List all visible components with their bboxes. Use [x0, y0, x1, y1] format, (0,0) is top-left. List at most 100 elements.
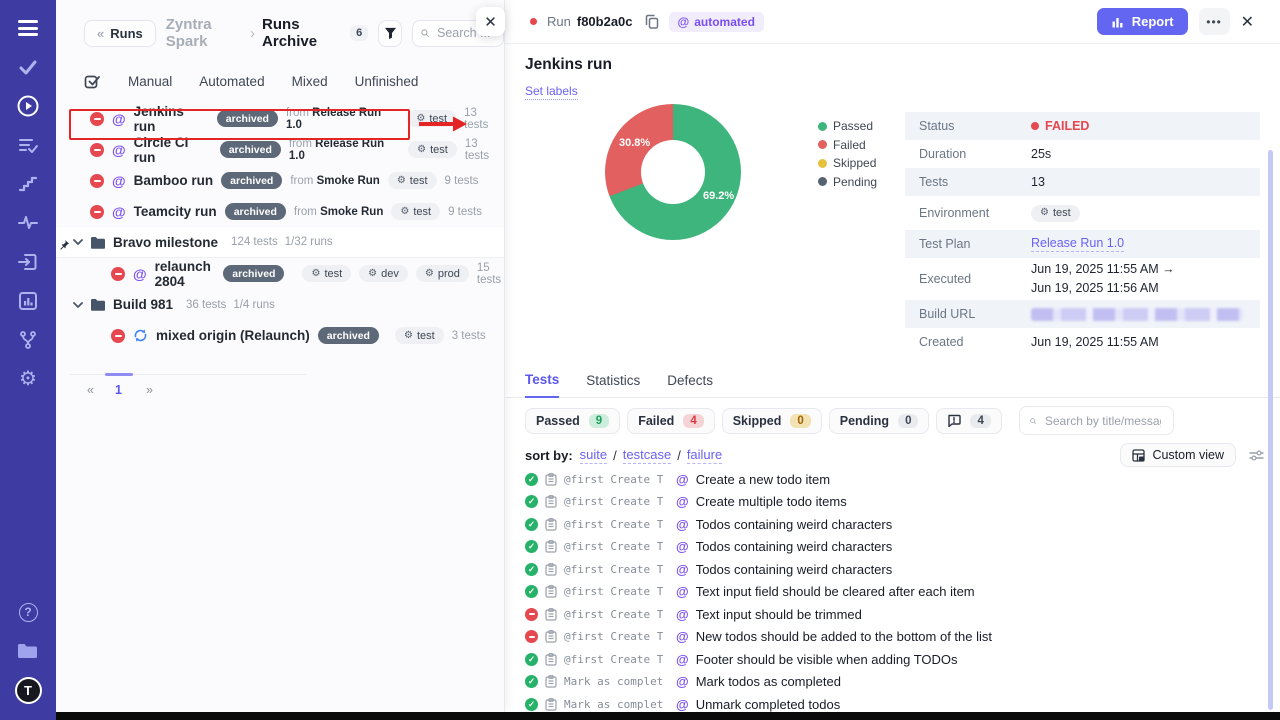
tab-statistics[interactable]: Statistics: [586, 373, 640, 397]
run-name[interactable]: relaunch 2804: [155, 259, 216, 289]
env-tag[interactable]: ⚙test: [391, 203, 440, 220]
run-row-relaunch-2804[interactable]: @ relaunch 2804 archived ⚙test ⚙dev ⚙pro…: [56, 258, 504, 289]
test-row[interactable]: @first Create To… @ Create a new todo it…: [525, 468, 1266, 491]
runs-panel-close-button[interactable]: ✕: [476, 7, 505, 36]
env-tag[interactable]: ⚙test: [395, 327, 444, 344]
testcase-icon: [545, 653, 557, 666]
filter-pending-button[interactable]: Pending0: [829, 408, 930, 434]
select-all-icon[interactable]: [84, 73, 101, 90]
test-row[interactable]: Mark as complete… @ Mark todos as comple…: [525, 671, 1266, 694]
env-tag-dev[interactable]: ⚙dev: [359, 265, 408, 282]
run-name[interactable]: Circle CI run: [134, 135, 212, 165]
profile-avatar[interactable]: T: [15, 677, 42, 704]
run-row-mixed-origin[interactable]: mixed origin (Relaunch) archived ⚙test 3…: [56, 320, 504, 351]
analytics-pulse-icon[interactable]: [16, 211, 40, 235]
test-row[interactable]: @first Create To… @ Footer should be vis…: [525, 648, 1266, 671]
filter-button[interactable]: [378, 20, 402, 47]
test-plan-link[interactable]: Release Run 1.0: [1031, 236, 1124, 252]
branches-icon[interactable]: [16, 328, 40, 352]
set-labels-link[interactable]: Set labels: [525, 84, 578, 100]
tab-tests[interactable]: Tests: [525, 372, 559, 398]
run-name[interactable]: Jenkins run: [134, 104, 209, 134]
tests-check-icon[interactable]: [16, 55, 40, 79]
breadcrumb-project[interactable]: Zyntra Spark: [166, 16, 243, 50]
testcase-icon: [545, 608, 557, 621]
suite-name: Mark as complete…: [564, 675, 663, 688]
tab-mixed[interactable]: Mixed: [292, 74, 328, 89]
steps-icon[interactable]: [16, 172, 40, 196]
test-row[interactable]: @first Create To… @ Create multiple todo…: [525, 491, 1266, 514]
test-title[interactable]: Unmark completed todos: [696, 697, 841, 712]
run-row-circle-ci[interactable]: @ Circle CI run archived from Release Ru…: [56, 134, 504, 165]
pagination-prev[interactable]: «: [87, 383, 94, 397]
filter-passed-button[interactable]: Passed9: [525, 408, 620, 434]
env-tag[interactable]: ⚙test: [408, 141, 457, 158]
test-title[interactable]: Create multiple todo items: [696, 494, 847, 509]
testcase-icon: [545, 675, 557, 688]
pagination-page-1[interactable]: 1: [115, 383, 122, 397]
detail-close-button[interactable]: ✕: [1241, 12, 1254, 32]
folder-row-bravo-milestone[interactable]: Bravo milestone 124 tests 1/32 runs: [56, 227, 504, 258]
filter-comments-button[interactable]: 4: [936, 408, 1001, 434]
test-title[interactable]: Text input field should be cleared after…: [696, 584, 975, 599]
runs-play-icon[interactable]: [16, 94, 40, 118]
run-name[interactable]: Bamboo run: [134, 173, 214, 188]
projects-folder-icon[interactable]: [16, 639, 40, 663]
filter-failed-button[interactable]: Failed4: [627, 408, 715, 434]
chevron-down-icon[interactable]: [73, 301, 83, 309]
tab-manual[interactable]: Manual: [128, 74, 172, 89]
copy-icon[interactable]: [645, 14, 659, 29]
report-button[interactable]: Report: [1097, 8, 1188, 35]
pagination-next[interactable]: »: [146, 383, 153, 397]
folder-row-build-981[interactable]: Build 981 36 tests 1/4 runs: [56, 289, 504, 320]
folder-name[interactable]: Build 981: [113, 297, 173, 312]
test-title[interactable]: New todos should be added to the bottom …: [696, 629, 992, 644]
test-title[interactable]: Todos containing weird characters: [696, 517, 893, 532]
env-tag[interactable]: ⚙test: [1031, 205, 1080, 222]
menu-icon[interactable]: [16, 16, 40, 40]
build-url-redacted[interactable]: [1031, 308, 1243, 321]
run-name[interactable]: Teamcity run: [134, 204, 217, 219]
legend-dot-passed: [818, 122, 827, 131]
detail-scrollbar[interactable]: [1268, 150, 1273, 710]
test-title[interactable]: Todos containing weird characters: [696, 562, 893, 577]
test-row[interactable]: @first Create To… @ Todos containing wei…: [525, 513, 1266, 536]
import-icon[interactable]: [16, 250, 40, 274]
sort-testcase-link[interactable]: testcase: [623, 447, 671, 464]
env-tag-test[interactable]: ⚙test: [302, 265, 351, 282]
tab-automated[interactable]: Automated: [199, 74, 264, 89]
sliders-icon[interactable]: [1249, 449, 1264, 462]
chevron-down-icon[interactable]: [73, 238, 83, 246]
suite-name: @first Create To…: [564, 473, 663, 486]
test-title[interactable]: Create a new todo item: [696, 472, 830, 487]
test-title[interactable]: Todos containing weird characters: [696, 539, 893, 554]
tab-defects[interactable]: Defects: [667, 373, 713, 397]
sort-suite-link[interactable]: suite: [580, 447, 607, 464]
settings-gear-icon[interactable]: ⚙: [16, 367, 40, 391]
env-tag-prod[interactable]: ⚙prod: [416, 265, 469, 282]
back-to-runs-button[interactable]: « Runs: [84, 20, 156, 47]
test-title[interactable]: Text input should be trimmed: [696, 607, 862, 622]
run-row-teamcity[interactable]: @ Teamcity run archived from Smoke Run ⚙…: [56, 196, 504, 227]
more-actions-button[interactable]: •••: [1199, 8, 1230, 35]
test-row[interactable]: @first Create To… @ New todos should be …: [525, 626, 1266, 649]
folder-name[interactable]: Bravo milestone: [113, 235, 218, 250]
test-title[interactable]: Footer should be visible when adding TOD…: [696, 652, 958, 667]
test-title[interactable]: Mark todos as completed: [696, 674, 841, 689]
automated-icon: @: [678, 16, 690, 28]
run-row-bamboo[interactable]: @ Bamboo run archived from Smoke Run ⚙te…: [56, 165, 504, 196]
test-plans-icon[interactable]: [16, 133, 40, 157]
help-icon[interactable]: ?: [16, 600, 40, 624]
tests-search-input[interactable]: [1043, 413, 1163, 429]
test-row[interactable]: @first Create To… @ Text input field sho…: [525, 581, 1266, 604]
run-name[interactable]: mixed origin (Relaunch): [156, 328, 310, 343]
custom-view-button[interactable]: Custom view: [1120, 443, 1236, 467]
reports-chart-icon[interactable]: [16, 289, 40, 313]
filter-skipped-button[interactable]: Skipped0: [722, 408, 822, 434]
test-row[interactable]: @first Create To… @ Todos containing wei…: [525, 536, 1266, 559]
tab-unfinished[interactable]: Unfinished: [355, 74, 419, 89]
env-tag[interactable]: ⚙test: [388, 172, 437, 189]
test-row[interactable]: @first Create To… @ Todos containing wei…: [525, 558, 1266, 581]
test-row[interactable]: @first Create To… @ Text input should be…: [525, 603, 1266, 626]
sort-failure-link[interactable]: failure: [687, 447, 722, 464]
